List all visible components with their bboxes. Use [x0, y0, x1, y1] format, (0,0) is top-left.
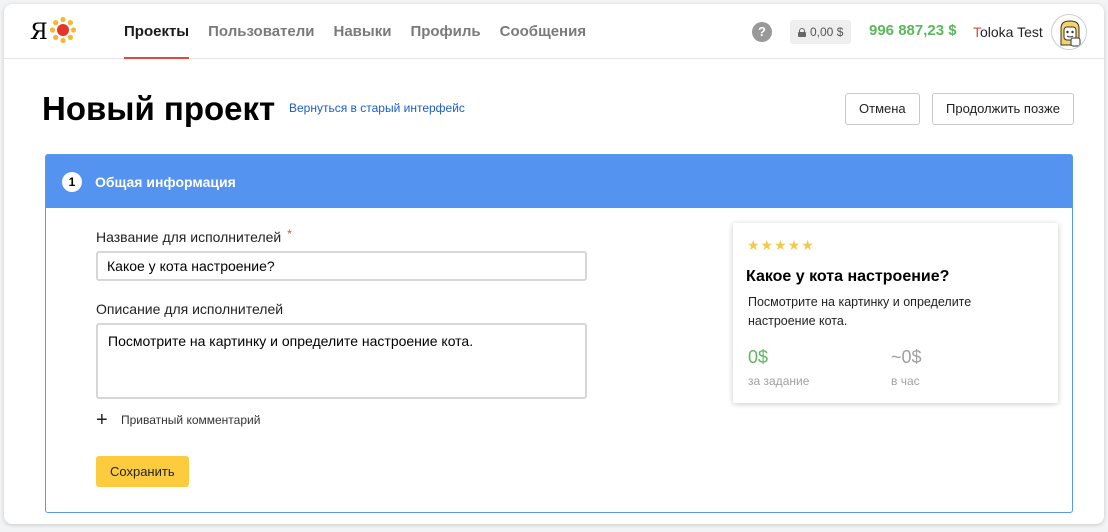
task-preview-card: ★★★★★ Какое у кота настроение? Посмотрит… — [733, 223, 1058, 403]
plus-icon: + — [96, 409, 108, 431]
user-name[interactable]: Toloka Test — [973, 24, 1043, 40]
description-textarea[interactable]: Посмотрите на картинку и определите наст… — [96, 323, 587, 399]
avatar-robot-icon — [1053, 16, 1086, 49]
user-name-initial: T — [973, 24, 980, 40]
nav-skills[interactable]: Навыки — [334, 4, 392, 59]
price-per-hour-caption: в час — [891, 374, 920, 388]
general-info-section: 1 Общая информация Название для исполнит… — [45, 154, 1073, 513]
description-field-label: Описание для исполнителей — [96, 301, 284, 317]
price-per-task-caption: за задание — [748, 374, 810, 388]
private-comment-toggle[interactable]: + Приватный комментарий — [96, 409, 261, 431]
preview-title: Какое у кота настроение? — [746, 268, 950, 285]
private-comment-label: Приватный комментарий — [121, 413, 261, 427]
price-per-task: 0$ — [748, 347, 769, 367]
page-title: Новый проект — [42, 90, 276, 127]
app-window: Я Проекты Пользователи Навыки Профиль Со… — [4, 4, 1104, 524]
avatar[interactable] — [1051, 14, 1087, 50]
locked-balance-badge[interactable]: 0,00 $ — [790, 20, 852, 44]
name-field-label: Название для исполнителей * — [96, 227, 292, 245]
nav-messages[interactable]: Сообщения — [500, 4, 586, 59]
top-bar: Я Проекты Пользователи Навыки Профиль Со… — [4, 4, 1104, 59]
name-field-label-text: Название для исполнителей — [96, 229, 282, 245]
continue-later-button[interactable]: Продолжить позже — [932, 93, 1074, 125]
name-input[interactable]: Какое у кота настроение? — [96, 251, 587, 281]
toloka-sun-logo-icon[interactable] — [49, 16, 77, 44]
required-mark: * — [287, 227, 292, 241]
rating-stars-icon: ★★★★★ — [747, 237, 815, 253]
locked-balance-value: 0,00 $ — [810, 25, 844, 39]
yandex-logo[interactable]: Я — [30, 20, 48, 45]
nav-profile[interactable]: Профиль — [410, 4, 480, 59]
section-title: Общая информация — [95, 173, 236, 190]
nav-projects[interactable]: Проекты — [124, 4, 190, 59]
back-to-old-interface-link[interactable]: Вернуться в старый интерфейс — [289, 101, 465, 115]
preview-description: Посмотрите на картинку и определите наст… — [748, 295, 972, 328]
lock-icon — [798, 27, 806, 37]
save-button[interactable]: Сохранить — [96, 456, 189, 487]
section-header[interactable]: 1 Общая информация — [46, 155, 1072, 208]
cancel-button[interactable]: Отмена — [845, 93, 920, 125]
step-number-badge: 1 — [62, 171, 82, 192]
user-name-rest: oloka Test — [980, 24, 1043, 40]
help-icon[interactable]: ? — [752, 22, 772, 42]
account-balance[interactable]: 996 887,23 $ — [869, 22, 957, 39]
nav-users[interactable]: Пользователи — [208, 4, 314, 59]
main-nav: Проекты Пользователи Навыки Профиль Сооб… — [124, 4, 605, 59]
price-per-hour: ~0$ — [891, 347, 922, 367]
